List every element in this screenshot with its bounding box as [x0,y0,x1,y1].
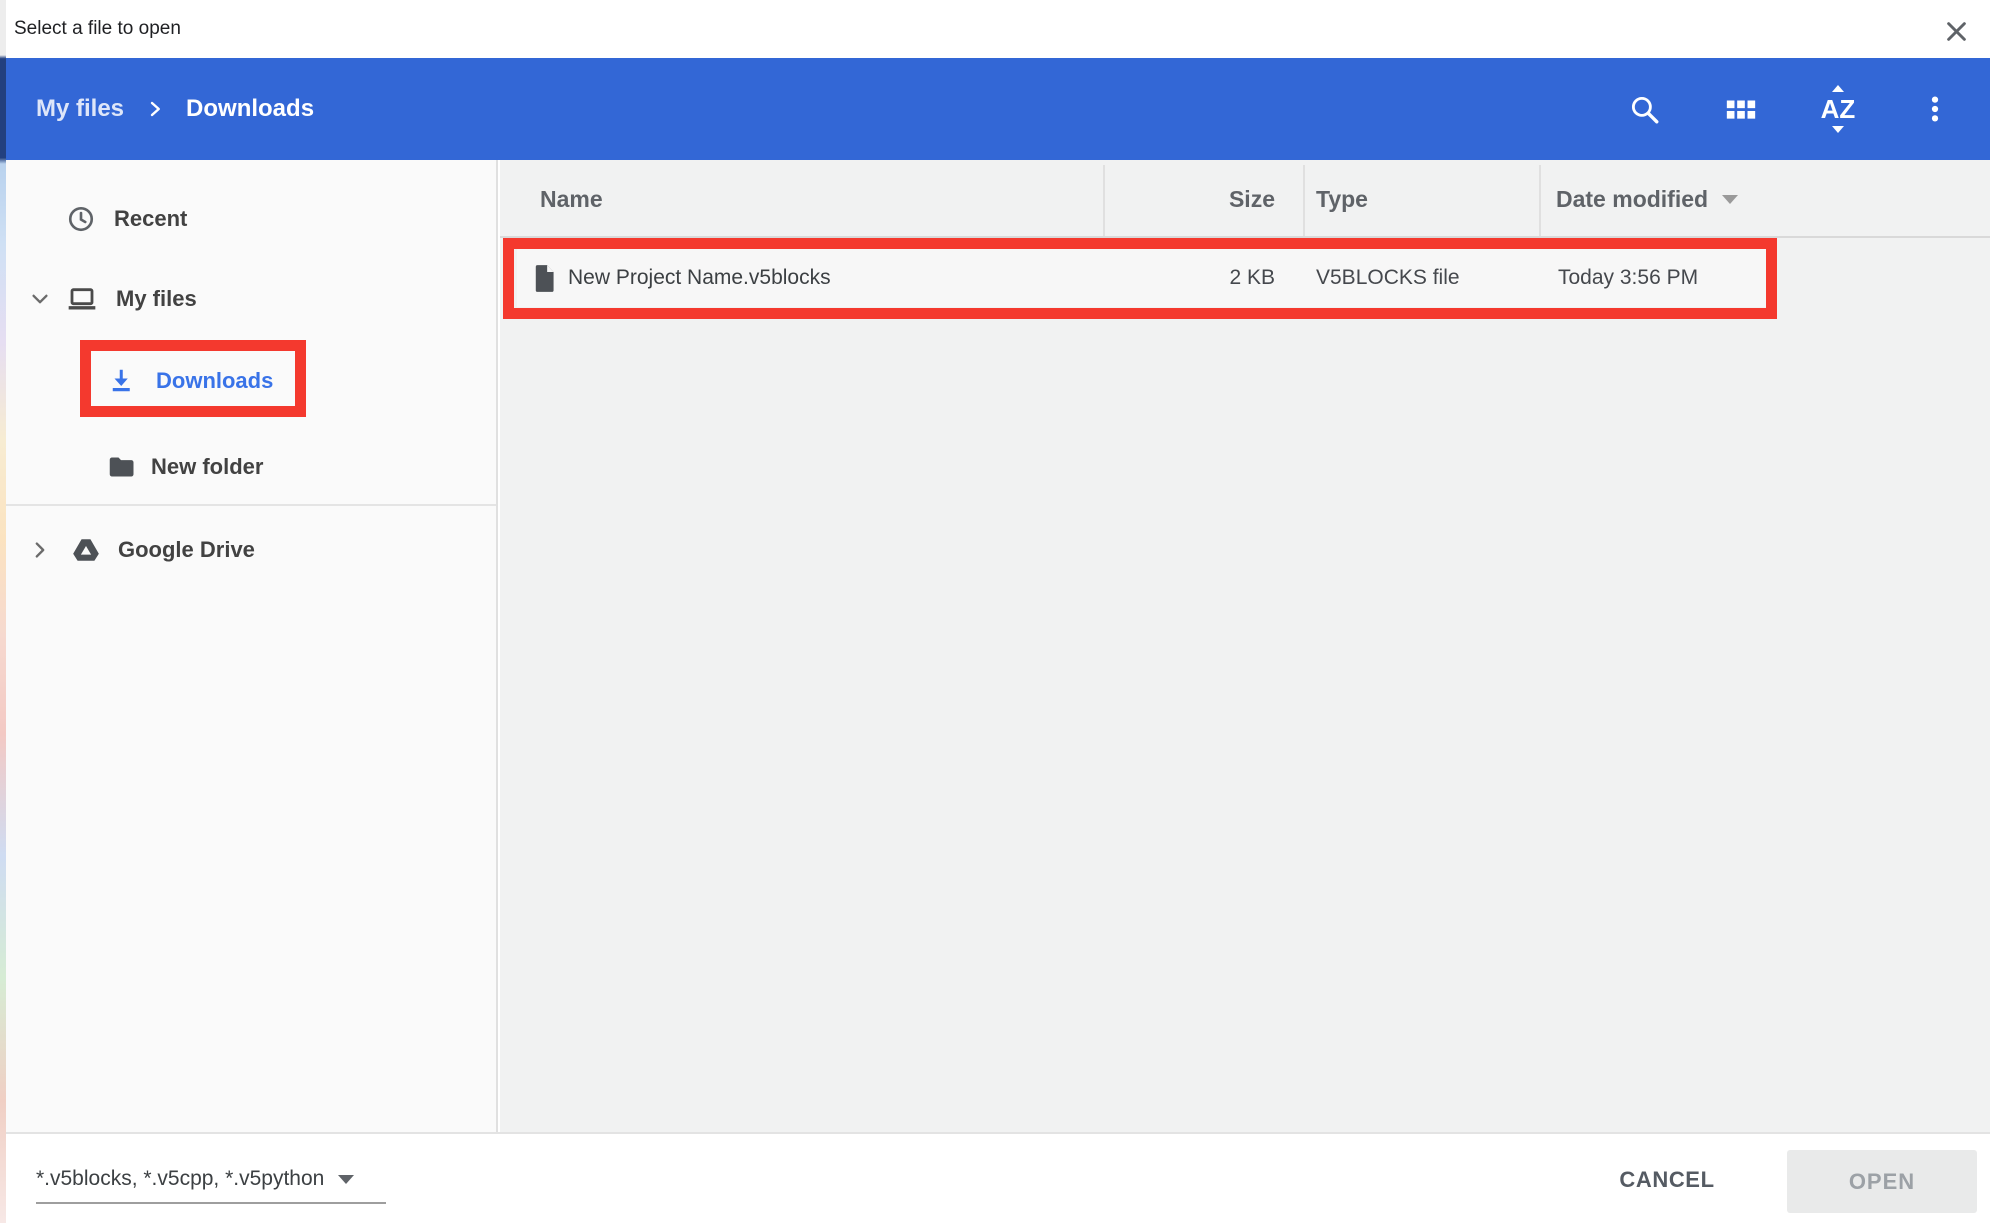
column-divider [1303,165,1305,236]
title-bar: Select a file to open [6,0,1990,58]
dialog-content: Recent My files Downloads [6,160,1990,1132]
sidebar-item-new-folder[interactable]: New folder [6,438,496,496]
file-list: Name Size Type Date modified New Project… [500,160,1990,1132]
sidebar-item-label: My files [116,286,197,312]
sort-desc-caret-icon [1722,195,1738,204]
laptop-icon [66,283,98,315]
column-header-date-modified[interactable]: Date modified [1556,160,1738,238]
chevron-down-icon[interactable] [29,288,51,310]
file-size: 2 KB [1075,249,1275,307]
appbar-actions: AZ [1620,85,1959,133]
column-divider [1539,165,1541,236]
clock-icon [66,204,96,234]
download-icon [106,366,136,396]
file-type-filter-dropdown[interactable]: *.v5blocks, *.v5cpp, *.v5python [36,1156,386,1204]
table-header: Name Size Type Date modified [500,160,1990,238]
sidebar-item-label: New folder [151,454,263,480]
grid-view-button[interactable] [1717,85,1765,133]
chevron-right-icon[interactable] [29,539,51,561]
file-icon [532,249,558,307]
file-type-filter-value: *.v5blocks, *.v5cpp, *.v5python [36,1167,324,1191]
dropdown-caret-icon [338,1175,354,1184]
file-type: V5BLOCKS file [1316,249,1460,307]
column-header-label: Date modified [1556,186,1708,213]
breadcrumb: My files Downloads [36,58,314,160]
breadcrumb-my-files[interactable]: My files [36,95,124,123]
close-button[interactable] [1934,9,1978,53]
file-date-modified: Today 3:56 PM [1558,249,1698,307]
kebab-menu-icon [1920,94,1950,124]
more-menu-button[interactable] [1911,85,1959,133]
sidebar-item-my-files[interactable]: My files [6,270,496,328]
breadcrumb-downloads[interactable]: Downloads [186,95,314,123]
file-name: New Project Name.v5blocks [568,249,831,307]
breadcrumb-chevron-icon [146,100,164,118]
folder-icon [106,452,136,482]
sidebar-item-label: Downloads [156,368,273,394]
app-bar: My files Downloads [6,58,1990,160]
sidebar-item-google-drive[interactable]: Google Drive [6,521,496,579]
sort-button[interactable]: AZ [1814,85,1862,133]
dialog-title: Select a file to open [14,0,181,58]
sidebar-item-recent[interactable]: Recent [6,190,496,248]
file-row[interactable]: New Project Name.v5blocks 2 KB V5BLOCKS … [517,249,1769,307]
sort-az-icon: AZ [1821,96,1856,122]
column-header-size[interactable]: Size [1075,160,1275,238]
close-icon [1943,18,1970,45]
grid-view-icon [1724,92,1758,126]
column-header-name[interactable]: Name [540,160,603,238]
sidebar-item-label: Recent [114,206,187,232]
open-button[interactable]: OPEN [1787,1150,1977,1213]
sidebar-item-downloads[interactable]: Downloads [6,352,496,410]
column-header-type[interactable]: Type [1316,160,1368,238]
sidebar: Recent My files Downloads [6,160,498,1132]
file-picker-dialog: Select a file to open My files Downloads [6,0,1990,1223]
search-icon [1627,92,1661,126]
cancel-button[interactable]: CANCEL [1582,1148,1752,1211]
google-drive-icon [72,536,100,564]
sidebar-divider [6,504,496,506]
search-button[interactable] [1620,85,1668,133]
sidebar-item-label: Google Drive [118,537,255,563]
footer-bar: *.v5blocks, *.v5cpp, *.v5python CANCEL O… [6,1132,1990,1223]
